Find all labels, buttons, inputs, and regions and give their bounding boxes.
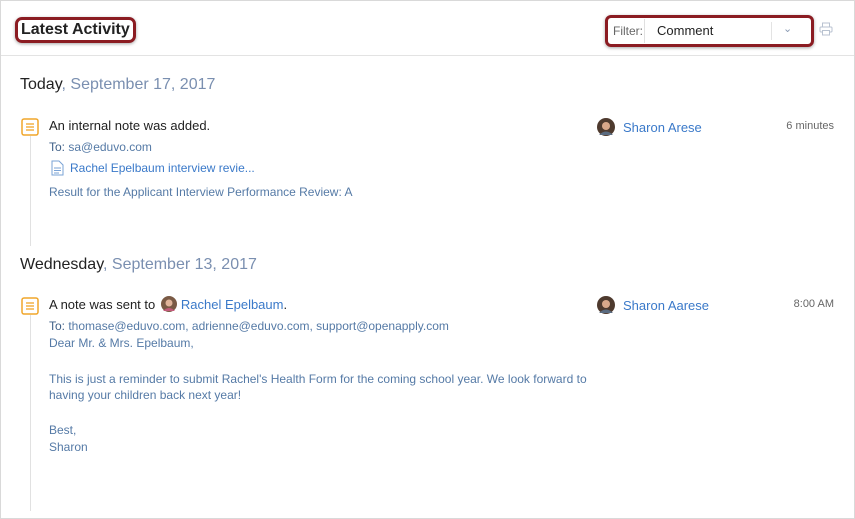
day-date: , September 13, 2017 <box>103 256 257 273</box>
day-heading-today: Today, September 17, 2017 <box>20 76 215 94</box>
avatar <box>597 296 615 314</box>
message-signoff-2: Sharon <box>49 440 88 454</box>
note-icon <box>21 118 39 136</box>
page-title: Latest Activity <box>21 21 130 38</box>
timeline-line <box>30 136 31 246</box>
attachment-link[interactable]: Rachel Epelbaum interview revie... <box>51 160 255 176</box>
entry-recipients: To: thomase@eduvo.com, adrienne@eduvo.co… <box>49 319 449 333</box>
attachment-name: Rachel Epelbaum interview revie... <box>70 161 255 175</box>
title-highlight: Latest Activity <box>15 17 136 43</box>
day-weekday: Today <box>20 76 62 93</box>
entry-result-text: Result for the Applicant Interview Perfo… <box>49 185 353 199</box>
filter-divider <box>771 22 772 40</box>
entry-recipients: To: sa@eduvo.com <box>49 140 152 154</box>
entry-time: 8:00 AM <box>793 298 834 310</box>
entry-title: An internal note was added. <box>49 118 211 133</box>
printer-icon[interactable] <box>819 22 833 36</box>
day-weekday: Wednesday <box>20 256 104 273</box>
entry-time: 6 minutes <box>786 120 834 132</box>
author-link[interactable]: Sharon Aarese <box>597 296 709 314</box>
filter-select[interactable]: Comment ⌄ <box>644 19 810 43</box>
message-greeting: Dear Mr. & Mrs. Epelbaum, <box>49 336 194 350</box>
timeline-line <box>30 315 31 511</box>
filter-selected-value: Comment <box>657 23 714 38</box>
to-label: To: <box>49 319 66 333</box>
avatar <box>597 118 615 136</box>
message-signoff-1: Best, <box>49 423 77 437</box>
entry-title-suffix: . <box>283 297 288 312</box>
message-body-line-1: This is just a reminder to submit Rachel… <box>49 372 587 386</box>
author-name: Sharon Arese <box>623 119 702 135</box>
to-label: To: <box>49 140 66 154</box>
chevron-down-icon[interactable]: ⌄ <box>783 22 792 35</box>
to-value: sa@eduvo.com <box>65 140 152 154</box>
filter-control: Filter: Comment ⌄ <box>605 15 814 47</box>
entry-title: A note was sent to Rachel Epelbaum. <box>49 296 287 312</box>
author-name: Sharon Aarese <box>623 297 710 313</box>
message-body-line-2: having your children back next year! <box>49 388 242 402</box>
day-date: , September 17, 2017 <box>61 76 216 93</box>
entry-title-prefix: A note was sent to <box>49 297 159 312</box>
note-icon <box>21 297 39 315</box>
header: Latest Activity Filter: Comment ⌄ <box>1 1 854 56</box>
to-value: thomase@eduvo.com, adrienne@eduvo.com, s… <box>65 319 449 333</box>
day-heading-wednesday: Wednesday, September 13, 2017 <box>20 256 257 274</box>
author-link[interactable]: Sharon Arese <box>597 118 702 136</box>
activity-panel: Latest Activity Filter: Comment ⌄ Today,… <box>0 0 855 519</box>
recipient-link[interactable]: Rachel Epelbaum <box>181 297 284 312</box>
recipient-avatar <box>160 296 177 312</box>
filter-label: Filter: <box>613 24 643 38</box>
document-icon <box>51 160 64 176</box>
